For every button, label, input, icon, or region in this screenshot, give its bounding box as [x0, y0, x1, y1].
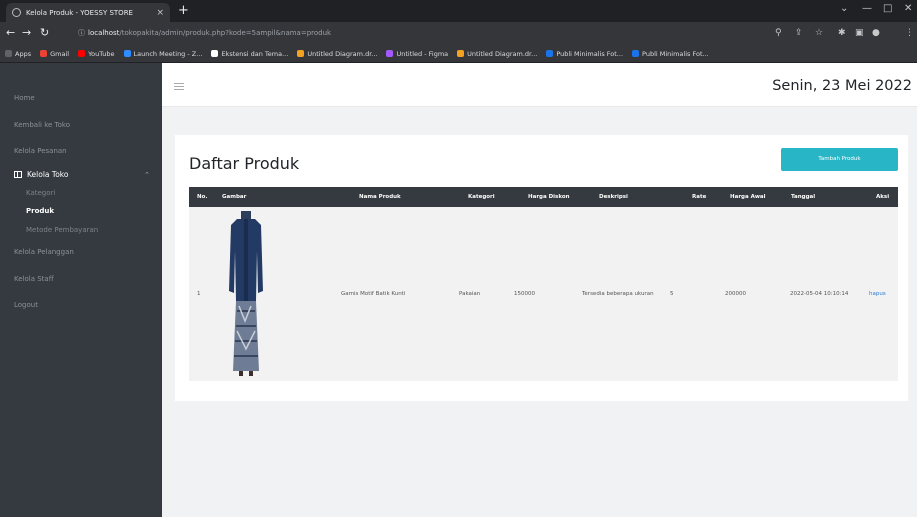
figma-icon [386, 50, 394, 57]
address-bar[interactable]: ⓘ localhost/tokopakita/admin/produk.php?k… [78, 25, 388, 42]
column-header: Harga Diskon [528, 194, 570, 200]
drawio-icon [457, 50, 465, 57]
youtube-icon [78, 50, 86, 57]
chevron-down-icon[interactable]: ⌄ [840, 3, 848, 14]
bookmarks-bar: Apps Gmail YouTube Launch Meeting - Z...… [0, 45, 917, 63]
forward-icon[interactable]: → [22, 27, 31, 39]
canva-icon [546, 50, 554, 57]
bookmark-icon [5, 50, 12, 57]
column-header: No. [197, 194, 208, 200]
product-table: No. Gambar Nama Produk Kategori Harga Di… [189, 187, 898, 381]
top-navbar: Senin, 23 Mei 2022 [162, 63, 917, 107]
bookmark-item[interactable]: Publi Minimalis Fot... [632, 50, 709, 58]
sidebar-item-kategori[interactable]: Kategori [26, 189, 55, 197]
cell-rate: 5 [670, 291, 674, 297]
sidebar-item-staff[interactable]: Kelola Staff [14, 275, 54, 283]
hamburger-menu-icon[interactable] [174, 83, 184, 90]
table-row: 1 Gamis Motif Batik Kunti Pakaian 150000… [189, 207, 898, 381]
bookmark-label: Untitled - Figma [396, 49, 449, 58]
sidebar: Home Kembali ke Toko Kelola Pesanan Kelo… [0, 63, 162, 517]
new-tab-button[interactable]: + [178, 3, 189, 19]
chevron-up-icon: ⌃ [144, 170, 150, 179]
bookmark-label: Publi Minimalis Fot... [642, 49, 709, 58]
maximize-icon[interactable]: □ [883, 3, 892, 14]
sidebar-item-pesanan[interactable]: Kelola Pesanan [14, 147, 67, 155]
sidebar-group-kelola-toko[interactable]: Kelola Toko ⌃ [14, 170, 150, 179]
bookmark-item[interactable]: Publi Minimalis Fot... [546, 50, 623, 58]
cell-tanggal: 2022-05-04 10:10:14 [790, 291, 849, 297]
delete-link[interactable]: hapus [869, 207, 886, 381]
add-product-button[interactable]: Tambah Produk [781, 148, 898, 171]
table-header: No. Gambar Nama Produk Kategori Harga Di… [189, 187, 898, 207]
share-icon[interactable]: ⇪ [795, 28, 803, 38]
column-header: Aksi [876, 194, 890, 200]
back-icon[interactable]: ← [6, 27, 15, 39]
bookmark-label: Gmail [50, 49, 70, 58]
extensions-icon[interactable]: ✱ [838, 28, 846, 38]
bookmark-item[interactable]: Launch Meeting - Z... [123, 49, 203, 58]
bookmark-item[interactable]: YouTube [78, 49, 115, 58]
bookmark-item[interactable]: Apps [5, 50, 31, 58]
bookmark-label: Untitled Diagram.dr... [307, 49, 378, 58]
bookmark-label: Publi Minimalis Fot... [556, 49, 624, 58]
column-header: Gambar [222, 194, 247, 200]
column-header: Nama Produk [359, 194, 401, 200]
address-path: /tokopakita/admin/produk.php?kode=5ampil… [119, 29, 332, 37]
bookmark-item[interactable]: Untitled Diagram.dr... [297, 50, 377, 58]
bookmark-label: Ekstensi dan Tema... [221, 49, 289, 58]
bookmark-item[interactable]: Untitled - Figma [386, 50, 448, 58]
cell-nama-produk: Gamis Motif Batik Kunti [341, 291, 406, 297]
zoom-icon [123, 50, 131, 57]
menu-icon[interactable]: ⋮ [905, 28, 914, 38]
tab-title: Kelola Produk - YOESSY STORE [26, 8, 133, 17]
canva-icon [632, 50, 640, 57]
profile-icon[interactable]: ● [872, 28, 880, 38]
minimize-icon[interactable]: — [862, 3, 872, 14]
bookmark-label: Launch Meeting - Z... [133, 49, 203, 58]
bookmark-item[interactable]: Untitled Diagram.dr... [457, 50, 537, 58]
cell-kategori: Pakaian [459, 291, 481, 297]
product-card: Daftar Produk Tambah Produk No. Gambar N… [175, 135, 908, 401]
close-window-icon[interactable]: ✕ [904, 3, 912, 14]
drawio-icon [297, 50, 305, 57]
bookmark-label: Untitled Diagram.dr... [467, 49, 538, 58]
sidepanel-icon[interactable]: ▣ [855, 28, 864, 38]
table-icon [14, 171, 22, 178]
bookmark-item[interactable]: Gmail [40, 50, 69, 58]
browser-tab[interactable]: Kelola Produk - YOESSY STORE × [6, 3, 170, 22]
product-image [229, 211, 263, 376]
column-header: Harga Awal [730, 194, 766, 200]
column-header: Deskripsi [599, 194, 628, 200]
tab-close-icon[interactable]: × [156, 8, 164, 18]
bookmark-label: Apps [15, 49, 32, 58]
sidebar-item-home[interactable]: Home [14, 94, 35, 102]
browser-toolbar: ← → ↻ ⓘ localhost/tokopakita/admin/produk… [0, 22, 917, 45]
address-host: localhost [88, 29, 120, 37]
page-title: Daftar Produk [189, 154, 300, 173]
cell-harga-diskon: 150000 [514, 291, 535, 297]
cell-no: 1 [197, 291, 201, 297]
column-header: Tanggal [791, 194, 816, 200]
bookmark-label: YouTube [88, 49, 115, 58]
sidebar-item-logout[interactable]: Logout [14, 301, 38, 309]
cell-harga-awal: 200000 [725, 291, 746, 297]
sidebar-item-pelanggan[interactable]: Kelola Pelanggan [14, 248, 74, 256]
current-date: Senin, 23 Mei 2022 [772, 78, 912, 94]
sidebar-group-label: Kelola Toko [27, 170, 69, 179]
sidebar-item-kembali[interactable]: Kembali ke Toko [14, 121, 70, 129]
search-icon[interactable]: ⚲ [775, 28, 782, 38]
browser-tab-bar: Kelola Produk - YOESSY STORE × + ⌄ — □ ✕ [0, 0, 917, 22]
extension-store-icon [211, 50, 219, 57]
star-icon[interactable]: ☆ [815, 28, 823, 38]
sidebar-item-produk[interactable]: Produk [26, 207, 54, 215]
globe-icon [12, 8, 21, 17]
gmail-icon [40, 50, 48, 57]
column-header: Rate [692, 194, 707, 200]
bookmark-item[interactable]: Ekstensi dan Tema... [211, 50, 288, 58]
info-icon: ⓘ [78, 29, 85, 37]
column-header: Kategori [468, 194, 495, 200]
reload-icon[interactable]: ↻ [40, 27, 49, 39]
cell-deskripsi: Tersedia beberapa ukuran [582, 291, 654, 297]
sidebar-item-metode[interactable]: Metode Pembayaran [26, 226, 98, 234]
